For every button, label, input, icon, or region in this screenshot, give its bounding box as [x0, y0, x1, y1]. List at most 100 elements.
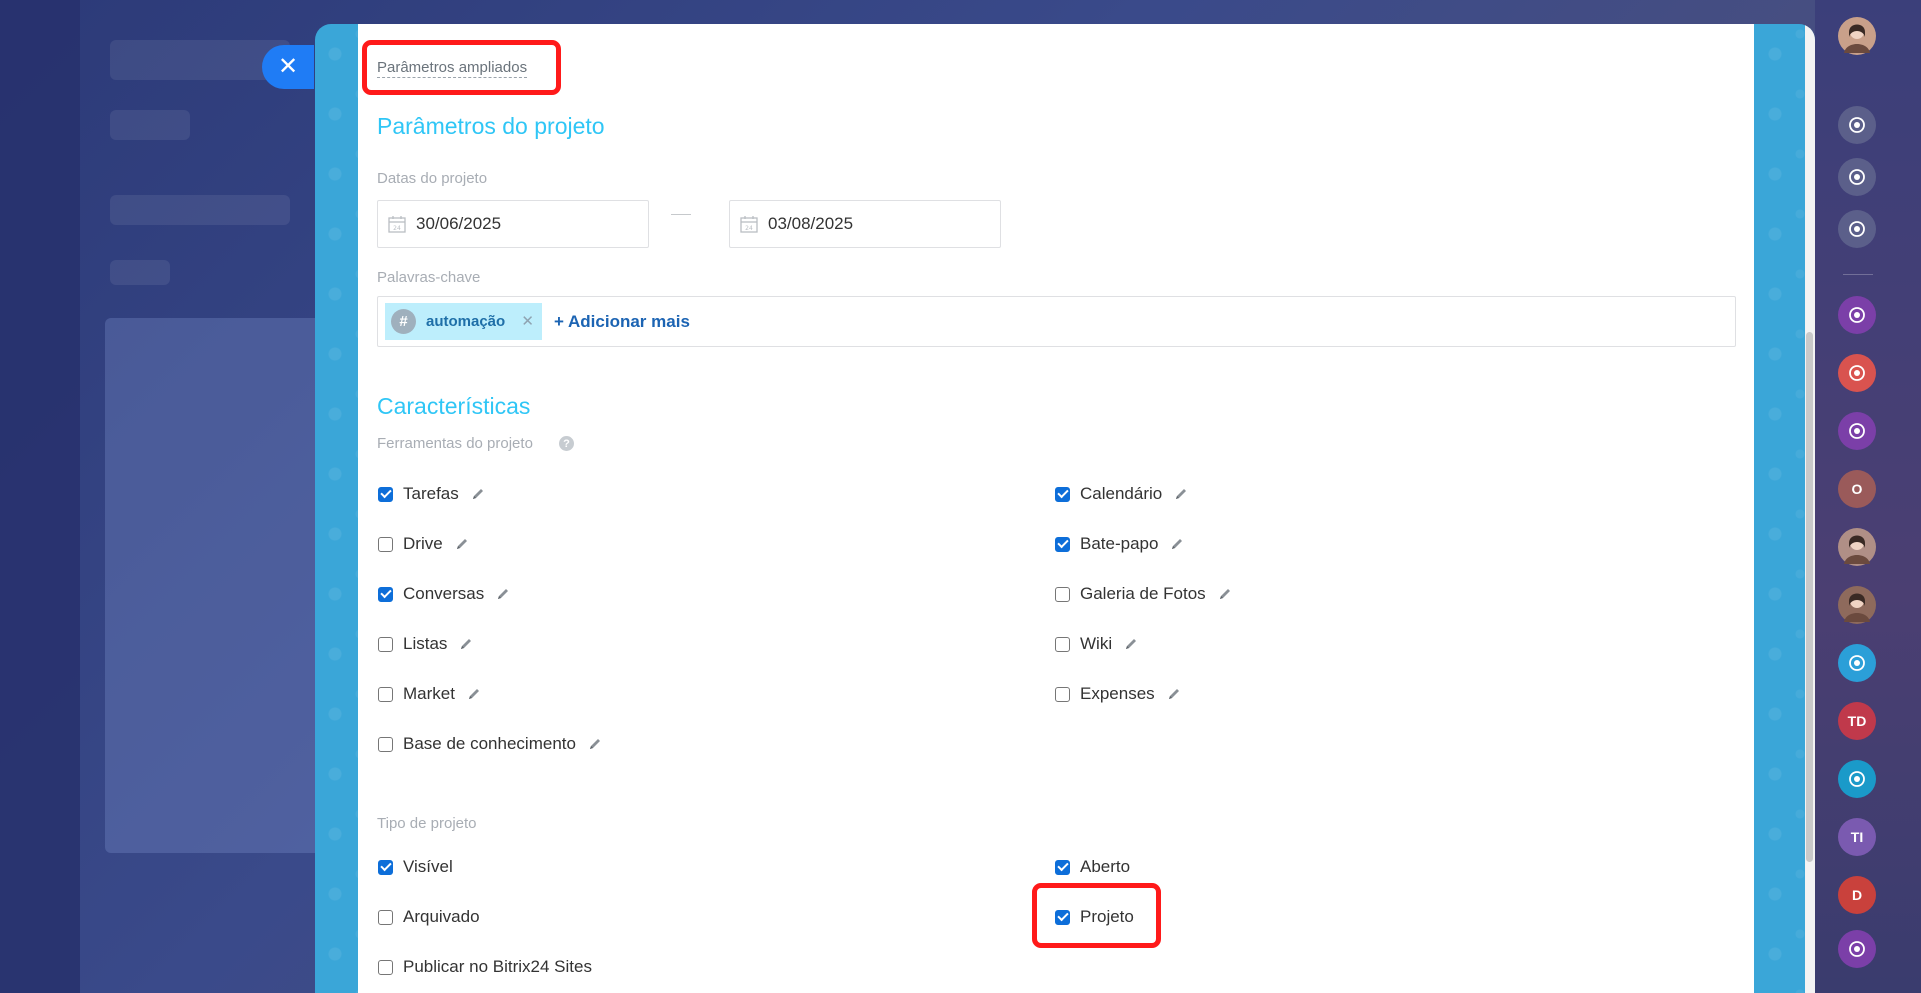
checkbox-row[interactable]: Expenses [1055, 682, 1181, 706]
hash-icon: # [391, 309, 416, 334]
checkbox-row[interactable]: Aberto [1055, 855, 1130, 879]
checkbox-row[interactable]: Visível [378, 855, 453, 879]
people-icon[interactable] [1838, 354, 1876, 392]
checkbox-label[interactable]: Market [403, 684, 455, 704]
add-more-keywords-link[interactable]: + Adicionar mais [554, 312, 690, 332]
keyword-tag[interactable]: # automação ✕ [385, 303, 542, 340]
checkbox[interactable] [1055, 909, 1070, 925]
bell-icon[interactable] [1838, 106, 1876, 144]
sidebar-avatar-initials[interactable]: D [1838, 876, 1876, 914]
edit-pencil-icon[interactable] [455, 537, 469, 551]
bookmark-icon[interactable] [1838, 760, 1876, 798]
group-icon[interactable] [1838, 296, 1876, 334]
sidebar-avatar-initials[interactable]: TI [1838, 818, 1876, 856]
checkbox[interactable] [1055, 636, 1070, 652]
checkbox-label[interactable]: Aberto [1080, 857, 1130, 877]
edit-pencil-icon[interactable] [459, 637, 473, 651]
svg-text:24: 24 [745, 225, 753, 232]
checkbox-row[interactable]: Calendário [1055, 482, 1188, 506]
edit-pencil-icon[interactable] [1170, 537, 1184, 551]
advanced-parameters-link[interactable]: Parâmetros ampliados [377, 58, 528, 78]
end-date-input[interactable]: 24 03/08/2025 [729, 200, 1001, 248]
sidebar-avatar-initials[interactable]: TD [1838, 702, 1876, 740]
user-avatar[interactable] [1838, 528, 1876, 566]
target-icon[interactable] [1838, 158, 1876, 196]
checkbox-row[interactable]: Galeria de Fotos [1055, 582, 1232, 606]
sync-icon[interactable] [1838, 210, 1876, 248]
checkbox-row[interactable]: Wiki [1055, 632, 1138, 656]
checkbox-label[interactable]: Drive [403, 534, 443, 554]
checkbox-row[interactable]: Arquivado [378, 905, 480, 929]
checkbox-label[interactable]: Conversas [403, 584, 484, 604]
checkbox[interactable] [1055, 859, 1070, 875]
keywords-field[interactable]: # automação ✕ + Adicionar mais [377, 296, 1736, 347]
edit-pencil-icon[interactable] [1167, 687, 1181, 701]
checkbox[interactable] [1055, 536, 1070, 552]
background-panel [105, 318, 335, 853]
checkbox-row[interactable]: Publicar no Bitrix24 Sites [378, 955, 592, 979]
chat-icon-glyph [1849, 655, 1865, 671]
background-button [110, 260, 170, 285]
edit-pencil-icon[interactable] [1218, 587, 1232, 601]
end-date-value: 03/08/2025 [768, 214, 854, 233]
help-icon[interactable]: ? [559, 436, 574, 451]
edit-pencil-icon[interactable] [496, 587, 510, 601]
checkbox[interactable] [1055, 686, 1070, 702]
calendar-icon: 24 [740, 216, 758, 233]
sidebar-avatar-initials[interactable]: O [1838, 470, 1876, 508]
edit-pencil-icon[interactable] [1124, 637, 1138, 651]
group-icon[interactable] [1838, 412, 1876, 450]
checkbox-label[interactable]: Arquivado [403, 907, 480, 927]
edit-pencil-icon[interactable] [471, 487, 485, 501]
checkbox-label[interactable]: Tarefas [403, 484, 459, 504]
checkbox-label[interactable]: Galeria de Fotos [1080, 584, 1206, 604]
checkbox-row[interactable]: Tarefas [378, 482, 485, 506]
checkbox-label[interactable]: Wiki [1080, 634, 1112, 654]
checkbox-row[interactable]: Listas [378, 632, 473, 656]
checkbox-label[interactable]: Projeto [1080, 907, 1134, 927]
checkbox-row[interactable]: Market [378, 682, 481, 706]
checkbox-label[interactable]: Base de conhecimento [403, 734, 576, 754]
person-photo-icon [1844, 24, 1870, 53]
project-dates-label: Datas do projeto [377, 170, 488, 187]
date-range-dash [671, 214, 691, 215]
checkbox[interactable] [378, 486, 393, 502]
bookmark-icon-glyph [1849, 771, 1865, 787]
chat-icon[interactable] [1838, 644, 1876, 682]
user-avatar[interactable] [1838, 586, 1876, 624]
checkbox[interactable] [378, 686, 393, 702]
checkbox[interactable] [1055, 486, 1070, 502]
checkbox-label[interactable]: Calendário [1080, 484, 1162, 504]
edit-pencil-icon[interactable] [467, 687, 481, 701]
checkbox-row[interactable]: Conversas [378, 582, 510, 606]
checkbox[interactable] [378, 636, 393, 652]
checkbox[interactable] [1055, 586, 1070, 602]
checkbox[interactable] [378, 909, 393, 925]
slider-frame [315, 24, 1815, 993]
edit-pencil-icon[interactable] [1174, 487, 1188, 501]
project-tools-label: Ferramentas do projeto [377, 435, 533, 452]
checkbox-label[interactable]: Visível [403, 857, 453, 877]
checkbox-row[interactable]: Drive [378, 532, 469, 556]
checkbox-label[interactable]: Bate-papo [1080, 534, 1158, 554]
scrollbar-thumb[interactable] [1806, 332, 1813, 862]
checkbox[interactable] [378, 736, 393, 752]
checkbox[interactable] [378, 536, 393, 552]
checkbox[interactable] [378, 859, 393, 875]
checkbox-row[interactable]: Base de conhecimento [378, 732, 602, 756]
group-icon[interactable] [1838, 930, 1876, 968]
checkbox-row[interactable]: Bate-papo [1055, 532, 1184, 556]
checkbox[interactable] [378, 959, 393, 975]
project-params-title: Parâmetros do projeto [377, 113, 605, 139]
start-date-input[interactable]: 24 30/06/2025 [377, 200, 649, 248]
close-slider-button[interactable]: ✕ [262, 45, 314, 89]
edit-pencil-icon[interactable] [588, 737, 602, 751]
characteristics-title: Características [377, 393, 531, 419]
checkbox-label[interactable]: Listas [403, 634, 447, 654]
checkbox-label[interactable]: Publicar no Bitrix24 Sites [403, 957, 592, 977]
user-avatar[interactable] [1838, 17, 1876, 55]
remove-tag-icon[interactable]: ✕ [521, 312, 534, 330]
checkbox-label[interactable]: Expenses [1080, 684, 1155, 704]
checkbox[interactable] [378, 586, 393, 602]
checkbox-row[interactable]: Projeto [1055, 905, 1134, 929]
